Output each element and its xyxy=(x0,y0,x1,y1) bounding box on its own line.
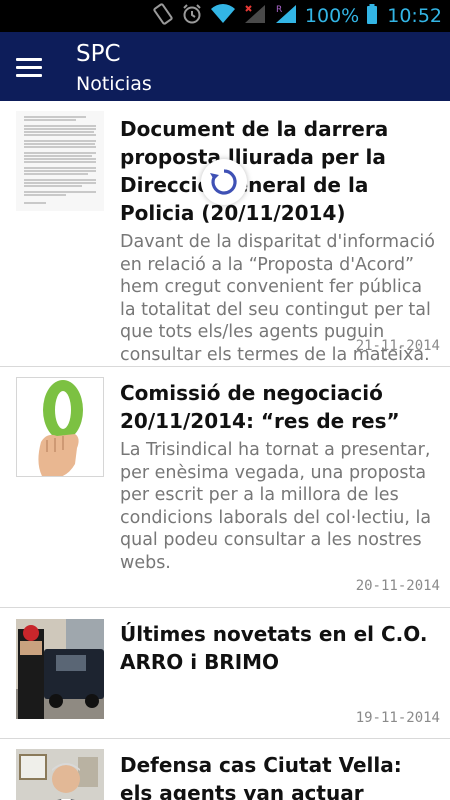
police-van-thumbnail xyxy=(16,619,104,719)
news-text: Document de la darrera proposta lliurada… xyxy=(120,115,440,366)
clock: 10:52 xyxy=(387,5,442,27)
news-item[interactable]: Document de la darrera proposta lliurada… xyxy=(0,101,450,367)
news-item[interactable]: Comissió de negociació 20/11/2014: “res … xyxy=(0,367,450,608)
status-bar: R 100% 10:52 xyxy=(0,0,450,32)
signal-roaming-icon: R xyxy=(274,3,298,29)
news-summary: La Trisindical ha tornat a presentar, pe… xyxy=(120,440,432,573)
document-thumbnail xyxy=(16,111,104,211)
screen-rotation-icon xyxy=(152,3,174,29)
news-list[interactable]: Document de la darrera proposta lliurada… xyxy=(0,101,450,800)
news-title[interactable]: Document de la darrera proposta lliurada… xyxy=(120,115,440,227)
news-item[interactable]: Defensa cas Ciutat Vella: els agents van… xyxy=(0,739,450,800)
battery-percent: 100% xyxy=(304,5,360,27)
man-in-suit-thumbnail xyxy=(16,749,104,800)
news-date: 20-11-2014 xyxy=(355,578,440,594)
status-icons: R 100% 10:52 xyxy=(152,0,442,32)
news-item[interactable]: Últimes novetats en el C.O. ARRO i BRIMO… xyxy=(0,608,450,739)
app-title: SPC xyxy=(76,41,121,67)
battery-icon xyxy=(366,3,378,29)
refresh-spinner-icon xyxy=(201,159,247,205)
news-title[interactable]: Últimes novetats en el C.O. ARRO i BRIMO xyxy=(120,620,440,676)
news-title[interactable]: Comissió de negociació 20/11/2014: “res … xyxy=(120,379,440,435)
news-date: 19-11-2014 xyxy=(355,710,440,726)
hamburger-menu-icon[interactable] xyxy=(16,52,54,82)
svg-text:R: R xyxy=(276,5,282,15)
news-text: Comissió de negociació 20/11/2014: “res … xyxy=(120,379,440,574)
action-bar: SPC Noticias xyxy=(0,32,450,101)
section-subtitle: Noticias xyxy=(76,73,152,95)
news-title[interactable]: Defensa cas Ciutat Vella: els agents van… xyxy=(120,751,440,800)
news-date: 21-11-2014 xyxy=(355,338,440,354)
signal-icon xyxy=(243,3,267,29)
news-text: Defensa cas Ciutat Vella: els agents van… xyxy=(120,751,440,800)
wifi-icon xyxy=(210,3,236,29)
alarm-icon xyxy=(181,3,203,29)
hand-holding-zero-thumbnail xyxy=(16,377,104,477)
news-text: Últimes novetats en el C.O. ARRO i BRIMO xyxy=(120,620,440,676)
